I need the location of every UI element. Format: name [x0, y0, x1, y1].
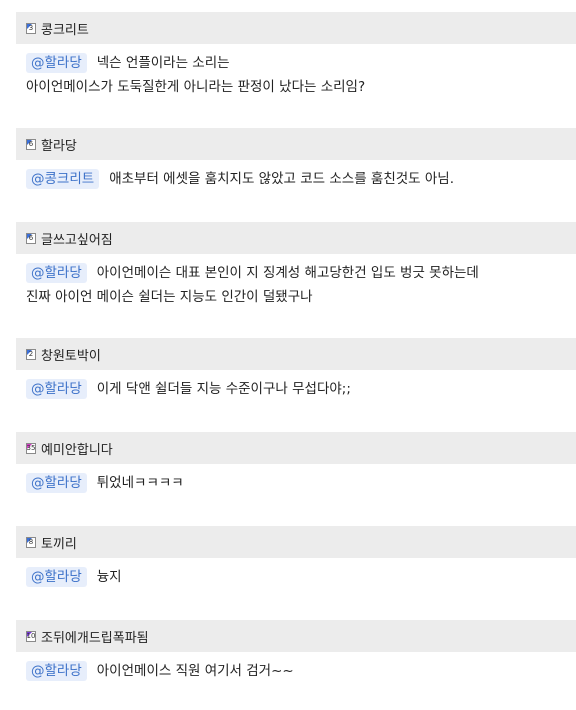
mention-tag[interactable]: @콩크리트: [26, 169, 100, 189]
level-icon: 3: [26, 22, 36, 34]
comment: 3 콩크리트 @할라당 넥슨 언플이라는 소리는 아이언메이스가 도둑질한게 아니…: [16, 12, 576, 99]
comment-text: 튀었네ㅋㅋㅋㅋ: [96, 475, 184, 491]
comment-author[interactable]: 창원토박이: [41, 345, 101, 364]
comment-header: 2 창원토박이: [16, 338, 576, 370]
level-icon: 10: [26, 630, 36, 642]
comment-body: @할라당 아이언메이스 직원 여기서 검거~~: [16, 652, 576, 683]
comment-text: 이게 닥앤 쉴더들 지능 수준이구나 무섭다야;;: [96, 381, 351, 397]
comment-header: 6 글쓰고싶어짐: [16, 222, 576, 254]
comment-header: 35 예미안합니다: [16, 432, 576, 464]
comment-author[interactable]: 콩크리트: [41, 19, 89, 38]
comment-author[interactable]: 조뒤에개드립폭파됨: [41, 627, 149, 646]
level-icon: 8: [26, 536, 36, 548]
comment-body: @할라당 늉지: [16, 558, 576, 589]
level-icon: 6: [26, 232, 36, 244]
mention-tag[interactable]: @할라당: [26, 379, 87, 399]
comment-text: 넥슨 언플이라는 소리는: [96, 55, 230, 71]
comment-body: @할라당 넥슨 언플이라는 소리는 아이언메이스가 도둑질한게 아니라는 판정이 …: [16, 44, 576, 99]
level-icon: 35: [26, 442, 36, 454]
comment: 10 조뒤에개드립폭파됨 @할라당 아이언메이스 직원 여기서 검거~~: [16, 620, 576, 683]
mention-tag[interactable]: @할라당: [26, 263, 87, 283]
comment: 2 창원토박이 @할라당 이게 닥앤 쉴더들 지능 수준이구나 무섭다야;;: [16, 338, 576, 401]
comment-header: 6 할라당: [16, 128, 576, 160]
mention-tag[interactable]: @할라당: [26, 53, 87, 73]
comment-text: 진짜 아이언 메이슨 쉴더는 지능도 인간이 덜됐구나: [26, 289, 313, 305]
comment-text: 아이언메이슨 대표 본인이 지 징계성 해고당한건 입도 벙긋 못하는데: [96, 265, 479, 281]
comment-body: @할라당 이게 닥앤 쉴더들 지능 수준이구나 무섭다야;;: [16, 370, 576, 401]
comment-author[interactable]: 예미안합니다: [41, 439, 113, 458]
comment-body: @할라당 튀었네ㅋㅋㅋㅋ: [16, 464, 576, 495]
level-icon: 2: [26, 348, 36, 360]
comment: 35 예미안합니다 @할라당 튀었네ㅋㅋㅋㅋ: [16, 432, 576, 495]
comment: 8 토끼리 @할라당 늉지: [16, 526, 576, 589]
mention-tag[interactable]: @할라당: [26, 567, 87, 587]
mention-tag[interactable]: @할라당: [26, 661, 87, 681]
comment: 6 글쓰고싶어짐 @할라당 아이언메이슨 대표 본인이 지 징계성 해고당한건 입…: [16, 222, 576, 309]
comment-author[interactable]: 할라당: [41, 135, 77, 154]
comment-body: @할라당 아이언메이슨 대표 본인이 지 징계성 해고당한건 입도 벙긋 못하는데…: [16, 254, 576, 309]
comment-text: 늉지: [96, 569, 122, 585]
comment-text: 애초부터 에셋을 훔치지도 않았고 코드 소스를 훔친것도 아님.: [109, 171, 455, 187]
comment-body: @콩크리트 애초부터 에셋을 훔치지도 않았고 코드 소스를 훔친것도 아님.: [16, 160, 576, 191]
comment-author[interactable]: 글쓰고싶어짐: [41, 229, 113, 248]
comment-header: 10 조뒤에개드립폭파됨: [16, 620, 576, 652]
comment-header: 8 토끼리: [16, 526, 576, 558]
comment-text: 아이언메이스가 도둑질한게 아니라는 판정이 났다는 소리임?: [26, 79, 366, 95]
comment-author[interactable]: 토끼리: [41, 533, 77, 552]
comment-header: 3 콩크리트: [16, 12, 576, 44]
level-icon: 6: [26, 138, 36, 150]
mention-tag[interactable]: @할라당: [26, 473, 87, 493]
comment: 6 할라당 @콩크리트 애초부터 에셋을 훔치지도 않았고 코드 소스를 훔친것도…: [16, 128, 576, 191]
comment-text: 아이언메이스 직원 여기서 검거~~: [96, 663, 294, 679]
